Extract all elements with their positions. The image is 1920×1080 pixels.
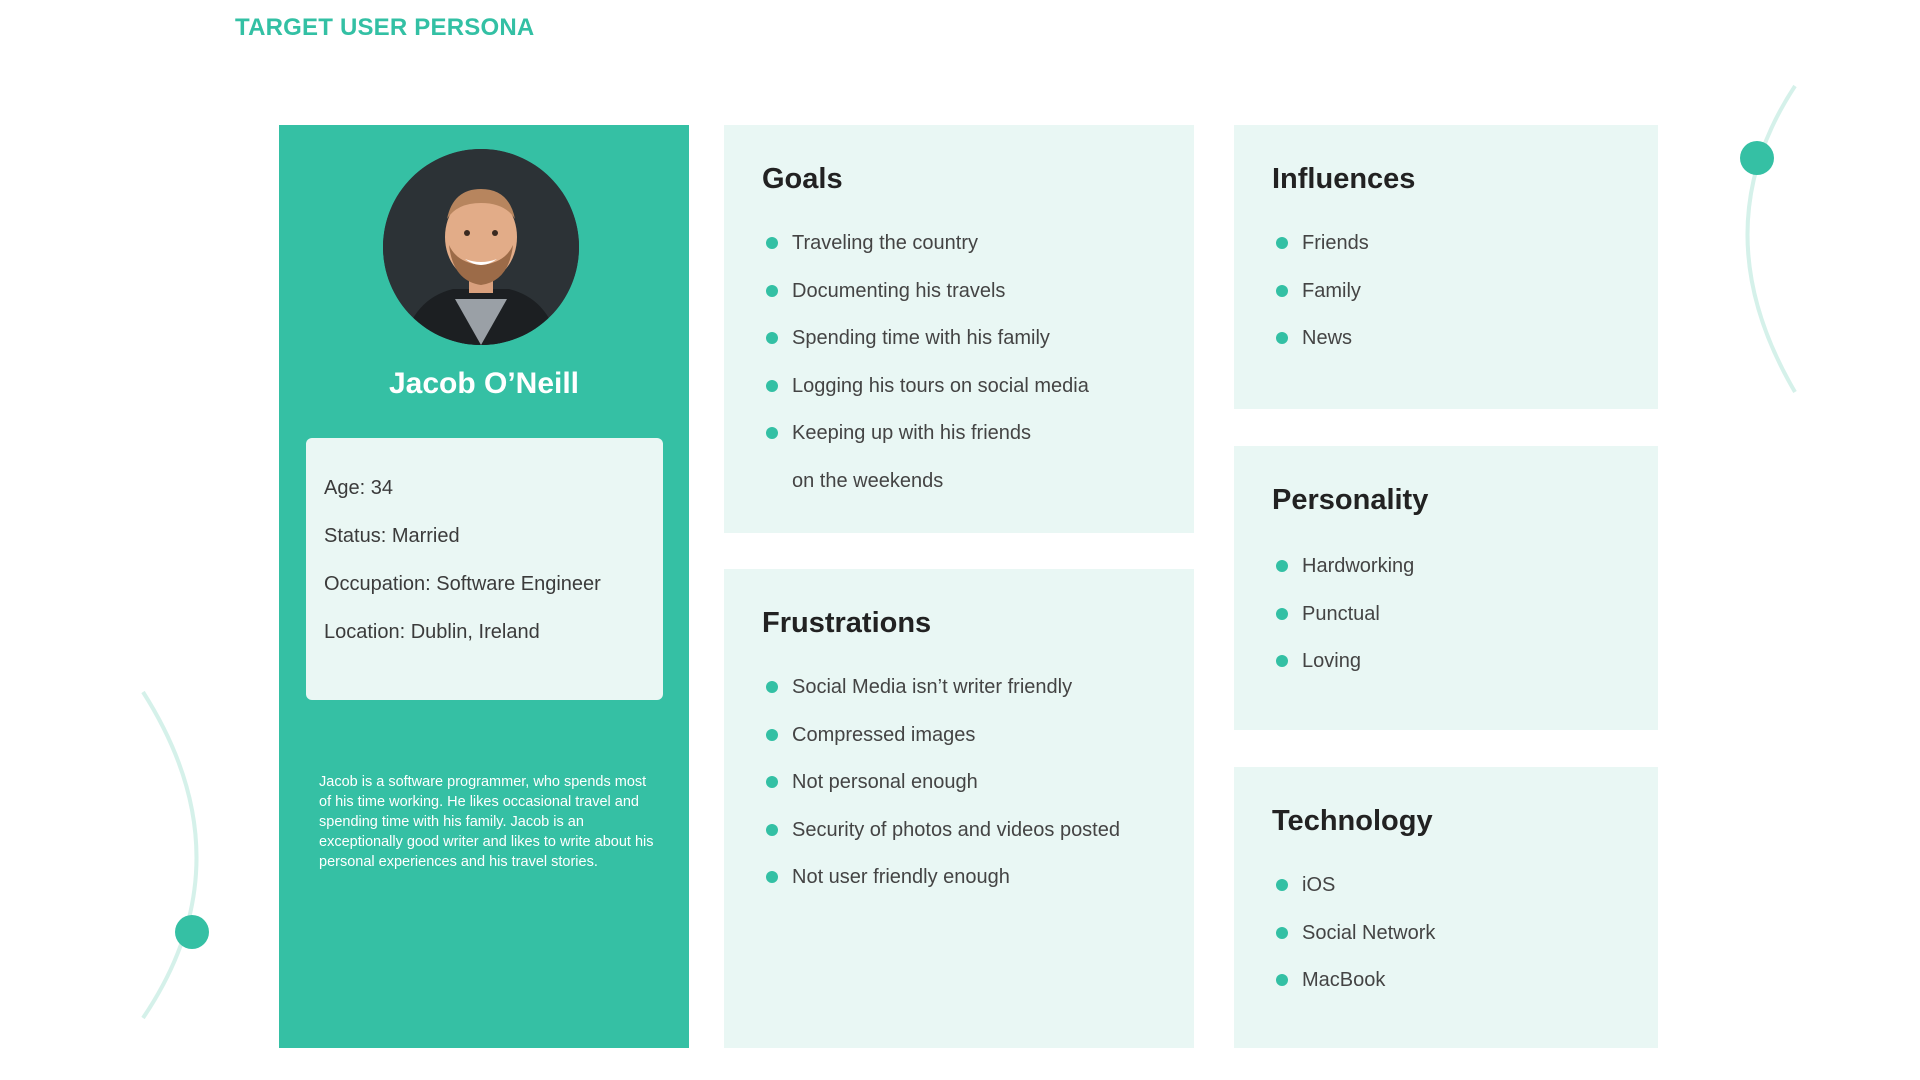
info-location: Location: Dublin, Ireland [324, 621, 540, 643]
list-item: Security of photos and videos posted [766, 818, 1120, 866]
list-item: Hardworking [1276, 554, 1414, 602]
avatar-portrait-icon [383, 149, 579, 345]
persona-name: Jacob O’Neill [388, 367, 580, 400]
frustrations-heading: Frustrations [762, 607, 932, 639]
influences-card: Influences Friends Family News [1234, 125, 1658, 409]
right-decorative-arc [1745, 84, 1797, 394]
list-item: News [1276, 326, 1369, 374]
bullet-icon [1276, 926, 1288, 939]
bullet-icon [766, 284, 778, 297]
list-item: Family [1276, 279, 1369, 327]
persona-page: TARGET USER PERSONA Jacob O’Neill Age: 3… [0, 0, 1920, 1080]
goals-card: Goals Traveling the country Documenting … [724, 125, 1194, 533]
bullet-icon [766, 776, 778, 788]
right-decorative-dot [1740, 141, 1774, 175]
bullet-icon [766, 871, 778, 883]
list-item: MacBook [1276, 968, 1435, 1016]
info-status: Status: Married [324, 525, 460, 547]
goals-list: Traveling the country Documenting his tr… [766, 231, 1089, 516]
list-item: Keeping up with his friends [766, 421, 1089, 469]
persona-info-box: Age: 34 Status: Married Occupation: Soft… [306, 438, 663, 700]
page-title: TARGET USER PERSONA [235, 14, 535, 41]
bullet-icon [1276, 607, 1288, 620]
list-item: Social Media isn’t writer friendly [766, 675, 1120, 723]
profile-panel: Jacob O’Neill Age: 34 Status: Married Oc… [279, 125, 689, 1048]
bullet-icon [766, 823, 778, 836]
bullet-icon [1276, 237, 1288, 249]
personality-heading: Personality [1272, 484, 1429, 516]
goals-heading: Goals [762, 163, 843, 195]
list-item-continuation: on the weekends [792, 469, 944, 492]
list-item: Not personal enough [766, 770, 1120, 818]
personality-list: Hardworking Punctual Loving [1276, 554, 1414, 697]
list-item: Loving [1276, 649, 1414, 697]
bullet-icon [1276, 284, 1288, 297]
list-item: Social Network [1276, 921, 1435, 969]
persona-bio: Jacob is a software programmer, who spen… [319, 774, 654, 870]
list-item: Friends [1276, 231, 1369, 279]
list-item: Documenting his travels [766, 279, 1089, 327]
personality-card: Personality Hardworking Punctual Loving [1234, 446, 1658, 730]
info-occupation: Occupation: Software Engineer [324, 573, 601, 595]
bullet-icon [1276, 560, 1288, 572]
bullet-icon [766, 332, 778, 344]
bullet-icon [1276, 332, 1288, 344]
list-item: iOS [1276, 873, 1435, 921]
list-item: Spending time with his family [766, 326, 1089, 374]
info-age: Age: 34 [324, 477, 393, 499]
bullet-icon [1276, 974, 1288, 986]
bullet-icon [766, 237, 778, 249]
frustrations-card: Frustrations Social Media isn’t writer f… [724, 569, 1194, 1048]
list-item: Punctual [1276, 602, 1414, 650]
list-item: Logging his tours on social media [766, 374, 1089, 422]
technology-heading: Technology [1272, 805, 1433, 837]
list-item: Compressed images [766, 723, 1120, 771]
list-item: Not user friendly enough [766, 865, 1120, 913]
influences-list: Friends Family News [1276, 231, 1369, 374]
influences-heading: Influences [1272, 163, 1416, 195]
technology-card: Technology iOS Social Network MacBook [1234, 767, 1658, 1048]
bullet-icon [766, 681, 778, 693]
bullet-icon [766, 728, 778, 741]
left-decorative-dot [175, 915, 209, 949]
bullet-icon [1276, 655, 1288, 667]
bullet-icon [766, 427, 778, 439]
bullet-icon [766, 379, 778, 392]
left-decorative-arc [141, 690, 199, 1020]
avatar [383, 149, 579, 345]
frustrations-list: Social Media isn’t writer friendly Compr… [766, 675, 1120, 913]
list-item: Traveling the country [766, 231, 1089, 279]
bullet-icon [1276, 879, 1288, 891]
technology-list: iOS Social Network MacBook [1276, 873, 1435, 1016]
